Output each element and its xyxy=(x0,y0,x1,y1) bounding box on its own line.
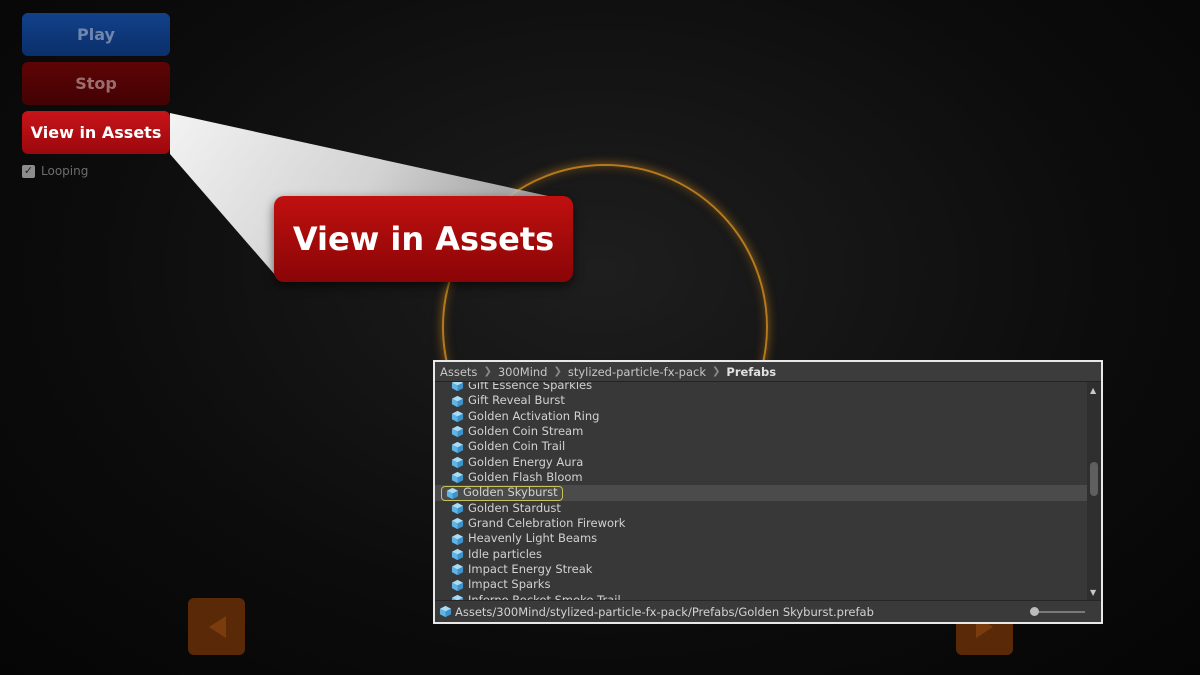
asset-list-item[interactable]: Impact Energy Streak xyxy=(435,562,1087,577)
breadcrumb-separator-icon: ❯ xyxy=(553,366,562,377)
breadcrumb: Assets ❯ 300Mind ❯ stylized-particle-fx-… xyxy=(435,362,1101,382)
asset-item-label: Impact Energy Streak xyxy=(468,562,593,577)
view-in-assets-button[interactable]: View in Assets xyxy=(22,111,170,154)
asset-list-item[interactable]: Heavenly Light Beams xyxy=(435,531,1087,546)
asset-item-label: Golden Coin Trail xyxy=(468,439,566,454)
asset-list-item[interactable]: Grand Celebration Firework xyxy=(435,516,1087,531)
asset-list-item[interactable]: Golden Skyburst xyxy=(435,485,1087,501)
stop-button[interactable]: Stop xyxy=(22,62,170,105)
asset-item-label: Impact Sparks xyxy=(468,577,551,592)
prefab-cube-icon xyxy=(451,456,464,468)
looping-label: Looping xyxy=(41,164,89,178)
prefab-cube-icon xyxy=(451,395,464,407)
scroll-down-icon[interactable]: ▼ xyxy=(1090,589,1096,597)
asset-item-label: Golden Energy Aura xyxy=(468,454,584,469)
asset-item-label: Grand Celebration Firework xyxy=(468,516,626,531)
prefab-cube-icon xyxy=(451,502,464,514)
breadcrumb-pack[interactable]: stylized-particle-fx-pack xyxy=(568,365,706,379)
asset-item-label: Idle particles xyxy=(468,546,542,561)
prefab-cube-icon xyxy=(451,579,464,591)
breadcrumb-separator-icon: ❯ xyxy=(483,366,492,377)
asset-list-item[interactable]: Golden Flash Bloom xyxy=(435,470,1087,485)
selected-asset-path-bar: Assets/300Mind/stylized-particle-fx-pack… xyxy=(435,600,1101,622)
looping-checkbox[interactable]: ✓ xyxy=(22,164,35,178)
asset-list-scrollbar[interactable]: ▲ ▼ xyxy=(1087,382,1101,601)
prefab-cube-icon xyxy=(451,533,464,545)
asset-item-label: Heavenly Light Beams xyxy=(468,531,598,546)
prefab-cube-icon xyxy=(451,410,464,422)
view-in-assets-callout: View in Assets xyxy=(274,196,573,282)
scrollbar-thumb[interactable] xyxy=(1090,462,1098,496)
asset-item-label: Golden Coin Stream xyxy=(468,423,584,438)
asset-list-item[interactable]: Golden Stardust xyxy=(435,501,1087,516)
prefab-cube-icon xyxy=(439,605,452,618)
asset-list-item[interactable]: Gift Reveal Burst xyxy=(435,393,1087,408)
asset-list-item[interactable]: Golden Energy Aura xyxy=(435,455,1087,470)
breadcrumb-prefabs[interactable]: Prefabs xyxy=(726,365,776,379)
asset-item-label: Gift Reveal Burst xyxy=(468,393,565,408)
asset-item-label: Gift Essence Sparkles xyxy=(468,382,593,392)
selection-highlight: Golden Skyburst xyxy=(441,485,563,501)
prefab-cube-icon xyxy=(451,518,464,530)
asset-item-label: Golden Activation Ring xyxy=(468,408,600,423)
breadcrumb-separator-icon: ❯ xyxy=(712,366,721,377)
selected-asset-path: Assets/300Mind/stylized-particle-fx-pack… xyxy=(455,604,874,619)
asset-item-label: Golden Skyburst xyxy=(463,485,558,500)
prefab-cube-icon xyxy=(451,472,464,484)
project-window: Assets ❯ 300Mind ❯ stylized-particle-fx-… xyxy=(433,360,1103,624)
prefab-cube-icon xyxy=(451,382,464,392)
asset-list: Gift Essence Sparkles Gift Reveal Burst Go… xyxy=(435,382,1087,601)
play-button[interactable]: Play xyxy=(22,13,170,56)
prefab-cube-icon xyxy=(446,487,459,499)
asset-list-item[interactable]: Golden Coin Stream xyxy=(435,424,1087,439)
prefab-cube-icon xyxy=(451,426,464,438)
asset-list-item[interactable]: Impact Sparks xyxy=(435,577,1087,592)
prefab-cube-icon xyxy=(451,441,464,453)
icon-size-slider[interactable] xyxy=(1030,607,1085,616)
prefab-cube-icon xyxy=(451,548,464,561)
asset-list-item[interactable]: Gift Essence Sparkles xyxy=(435,382,1087,393)
asset-list-item[interactable]: Golden Activation Ring xyxy=(435,409,1087,424)
looping-toggle[interactable]: ✓ Looping xyxy=(22,164,88,178)
asset-item-label: Golden Stardust xyxy=(468,500,561,515)
triangle-left-icon xyxy=(208,615,226,638)
asset-item-label: Golden Flash Bloom xyxy=(468,469,583,484)
breadcrumb-assets[interactable]: Assets xyxy=(440,365,477,379)
previous-effect-button[interactable] xyxy=(188,598,245,655)
asset-list-item[interactable]: Idle particles xyxy=(435,547,1087,562)
prefab-cube-icon xyxy=(451,564,464,576)
icon-size-slider-knob[interactable] xyxy=(1030,607,1039,616)
breadcrumb-300mind[interactable]: 300Mind xyxy=(498,365,548,379)
asset-list-item[interactable]: Golden Coin Trail xyxy=(435,439,1087,454)
scroll-up-icon[interactable]: ▲ xyxy=(1090,387,1096,395)
